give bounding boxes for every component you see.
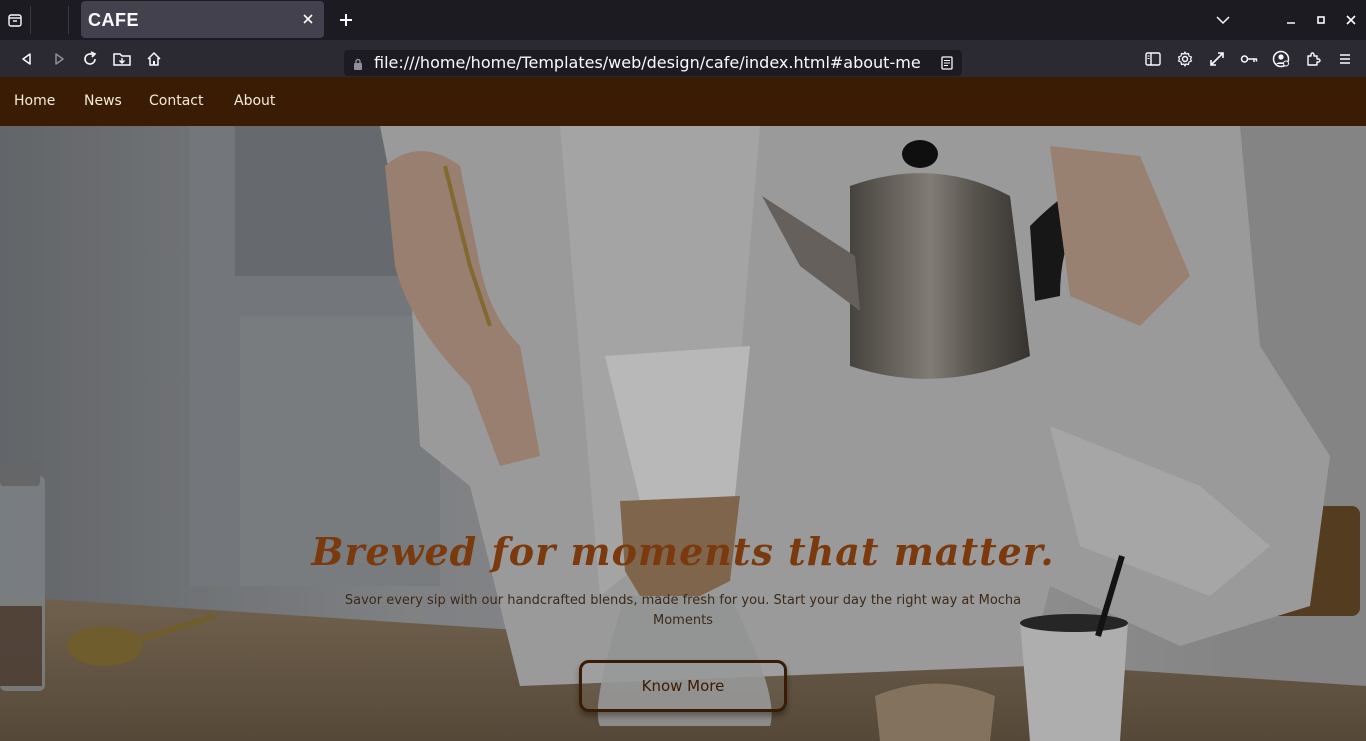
hero-dim-overlay bbox=[0, 126, 1366, 741]
lock-icon bbox=[353, 56, 363, 75]
site-nav: Home News Contact About bbox=[0, 77, 1366, 126]
gear-icon[interactable] bbox=[1174, 48, 1196, 70]
nav-about[interactable]: About bbox=[234, 93, 275, 109]
tab-strip: CAFE bbox=[0, 0, 1366, 40]
know-more-button[interactable]: Know More bbox=[579, 660, 787, 712]
tab-separator bbox=[30, 6, 31, 34]
chevron-down-icon[interactable] bbox=[1213, 10, 1233, 30]
nav-contact[interactable]: Contact bbox=[149, 93, 203, 109]
forward-icon[interactable] bbox=[48, 48, 70, 70]
url-text: file:///home/home/Templates/web/design/c… bbox=[374, 53, 921, 72]
tab-separator bbox=[68, 6, 69, 34]
hero-subtitle: Savor every sip with our handcrafted ble… bbox=[344, 593, 1022, 628]
home-icon[interactable] bbox=[143, 48, 165, 70]
fullscreen-icon[interactable] bbox=[1206, 48, 1228, 70]
key-icon[interactable] bbox=[1238, 48, 1260, 70]
back-icon[interactable] bbox=[16, 48, 38, 70]
hero-title: Brewed for moments that matter. bbox=[311, 529, 1055, 574]
plus-icon[interactable] bbox=[336, 10, 356, 30]
tab-active[interactable]: CAFE bbox=[81, 1, 324, 38]
reader-view-icon[interactable] bbox=[938, 53, 956, 73]
account-icon[interactable] bbox=[1270, 48, 1292, 70]
maximize-icon[interactable] bbox=[1311, 10, 1331, 30]
url-bar[interactable]: file:///home/home/Templates/web/design/c… bbox=[344, 50, 962, 76]
minimize-icon[interactable] bbox=[1281, 10, 1301, 30]
hero-section: Brewed for moments that matter. Savor ev… bbox=[0, 126, 1366, 741]
nav-news[interactable]: News bbox=[84, 93, 122, 109]
save-to-folder-icon[interactable] bbox=[111, 48, 133, 70]
window-close-icon[interactable] bbox=[1341, 10, 1361, 30]
nav-home[interactable]: Home bbox=[14, 93, 55, 109]
close-icon[interactable] bbox=[298, 9, 318, 29]
tab-list-icon[interactable] bbox=[5, 10, 25, 30]
browser-toolbar: file:///home/home/Templates/web/design/c… bbox=[0, 40, 1366, 77]
sidebar-icon[interactable] bbox=[1142, 48, 1164, 70]
reload-icon[interactable] bbox=[79, 48, 101, 70]
menu-icon[interactable] bbox=[1334, 48, 1356, 70]
extensions-icon[interactable] bbox=[1302, 48, 1324, 70]
tab-title: CAFE bbox=[88, 10, 139, 30]
